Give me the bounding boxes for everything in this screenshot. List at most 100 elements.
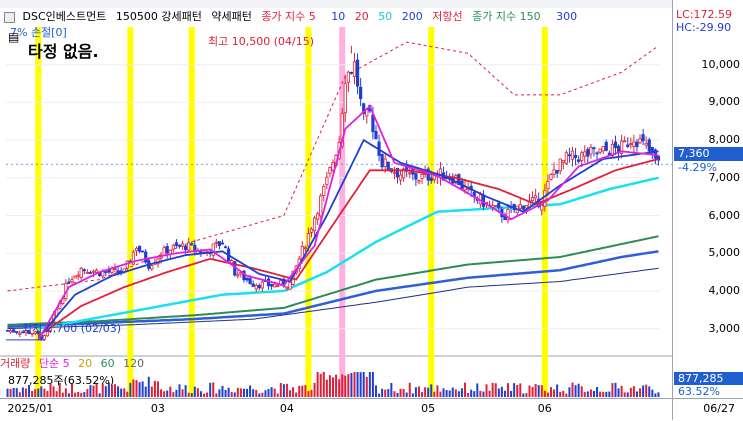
volume-bar [215,393,218,397]
candle-body [346,71,350,83]
volume-bar [522,393,525,397]
date-axis: 2025/01 03 04 05 06 [0,398,672,421]
volume-bar [470,389,473,397]
price-axis-panel[interactable]: LC:172.59 HC:-29.90 3,000 4,000 5,000 6,000… [672,0,743,420]
volume-bar [242,388,245,397]
volume-bar [301,385,304,397]
legend-pattern-strong[interactable]: 150500 강세패턴 [116,10,202,23]
volume-bar [614,382,617,397]
legend-ma-10: 10 [331,10,346,23]
price-tick-10000: 10,000 [701,57,741,71]
volume-bar [46,390,49,397]
candle-body [616,145,621,153]
volume-bar [559,391,562,397]
volume-bar [507,383,510,397]
volume-bar [479,390,482,397]
volume-bar [246,388,249,397]
candle-body [552,169,556,175]
candle-body [316,213,320,220]
volume-bar [430,384,433,397]
last-date-label: 06/27 [703,402,735,415]
volume-bar [129,382,132,397]
volume-ma-20: 20 [78,357,93,370]
volume-bar [83,392,86,397]
candle-body [601,146,605,152]
volume-bar [344,375,347,397]
price-tick-8000: 8,000 [708,133,741,147]
volume-bar [285,383,288,397]
volume-bar [292,387,295,397]
volume-bar [9,389,12,397]
volume-bar [325,379,328,397]
volume-bar [34,389,37,397]
volume-bar [313,382,316,397]
candle-body [398,174,403,181]
current-price-box: 7,360 [674,147,743,161]
window-menu-icon[interactable] [4,11,15,23]
candle-body [42,335,46,340]
candle-body [638,138,642,144]
legend-ma-300: 300 [556,10,578,23]
price-tick-5000: 5,000 [708,246,741,260]
volume-bar [482,391,485,397]
memo-icon: ▤ [8,30,20,44]
date-label-0: 2025/01 [7,402,54,415]
volume-bar [144,386,147,397]
candle-body [573,154,578,159]
volume-bar [332,377,334,397]
volume-bar [184,385,187,397]
volume-bar [399,388,402,397]
candle-body [141,250,145,253]
volume-ma-120: 120 [123,357,145,370]
candle-body [9,330,13,333]
candle-body [561,160,565,163]
volume-bar [298,385,301,397]
candle-body [383,158,387,167]
highlight-bar-5 [541,27,548,397]
volume-bar [556,384,559,397]
volume-bar [531,386,534,397]
volume-bar [141,381,144,397]
volume-bar [273,388,276,397]
date-label-3: 05 [421,402,436,415]
volume-bar [175,389,178,397]
candle-body [604,141,608,151]
candle-body [190,243,194,246]
volume-bar [464,382,467,397]
volume-bar [433,391,436,397]
volume-bar [138,382,141,397]
volume-bar [454,389,457,397]
volume-bar [289,390,292,397]
candle-body [12,329,16,333]
candle-body [273,283,277,288]
candle-body [343,83,347,114]
price-tick-3000: 3,000 [708,321,741,335]
volume-simple: 단순 5 [38,357,70,370]
candle-body [79,267,83,278]
volume-bar [64,388,67,397]
volume-bar [307,391,310,397]
volume-bar [402,388,405,397]
memo-text: 타정 없음. [28,42,99,61]
volume-bar [393,391,396,397]
price-chart[interactable] [0,0,672,398]
date-label-1: 03 [150,402,165,415]
candle-body [380,153,384,168]
candle-body [497,202,501,208]
candle-body [429,177,433,182]
legend-pattern-weak[interactable]: 약세패턴 [211,10,251,23]
volume-bar [617,388,620,397]
highlight-bar-0 [35,27,42,397]
volume-bar [365,376,368,397]
highlight-bar-4 [428,27,435,397]
candle-body [15,331,19,334]
volume-bar [577,383,580,397]
candle-body [626,144,630,148]
volume-bar [74,392,77,397]
volume-bar [193,386,196,397]
volume-bar [553,389,556,397]
volume-bar [414,387,417,397]
candle-body [104,271,108,274]
volume-bar [427,387,430,397]
volume-bar [270,387,273,397]
